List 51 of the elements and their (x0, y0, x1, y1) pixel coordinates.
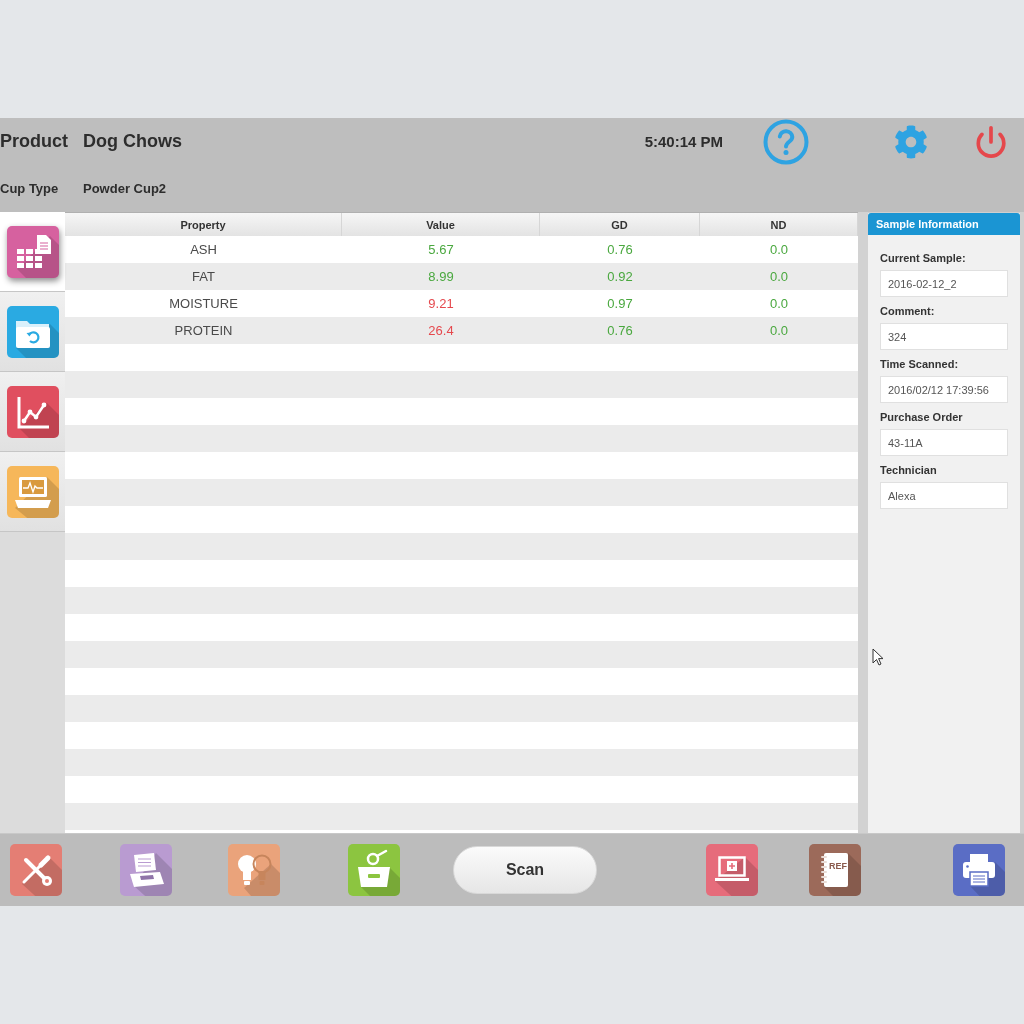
table-cell-text: 8.99 (427, 268, 455, 286)
table-cell-text: 0.0 (768, 295, 790, 313)
field-label: Technician (880, 464, 938, 476)
scan-button[interactable]: Scan (453, 846, 597, 894)
input-field[interactable]: 43-11A (880, 429, 1008, 456)
tools-icon[interactable] (10, 844, 62, 896)
folder-icon (6, 305, 59, 358)
table-cell-text: 0.0 (768, 268, 790, 286)
input-field[interactable]: 324 (880, 323, 1008, 350)
sidebar-tab[interactable] (0, 372, 65, 452)
table-cell-text: 0.0 (768, 322, 790, 340)
field-label: Current Sample: (880, 252, 967, 264)
printer-icon[interactable] (953, 844, 1005, 896)
panel-title: Sample Information (868, 213, 1020, 235)
table-cell-text: ASH (189, 241, 218, 259)
table-cell-text: PROTEIN (173, 322, 234, 340)
cup-type-value: Powder Cup2 (83, 181, 167, 196)
scanner-icon[interactable] (120, 844, 172, 896)
product-label: Product (0, 131, 69, 152)
notebook-icon (809, 844, 861, 896)
reference-book-button[interactable]: REF (809, 844, 861, 896)
input-field[interactable]: 2016/02/12 17:39:56 (880, 376, 1008, 403)
basket-icon[interactable] (348, 844, 400, 896)
power-icon[interactable] (974, 124, 1008, 159)
monitor-icon (6, 465, 59, 518)
table-cell-text: MOISTURE (168, 295, 239, 313)
table-cell-text: 0.76 (606, 241, 634, 259)
field-label: Time Scanned: (880, 358, 960, 370)
sidebar-tab[interactable] (0, 212, 65, 292)
clock-time: 5:40:14 PM (644, 133, 723, 150)
product-name: Dog Chows (83, 131, 182, 152)
input-field[interactable]: 2016-02-12_2 (880, 270, 1008, 297)
sidebar-tab[interactable] (0, 452, 65, 532)
table-cell-text: 0.92 (606, 268, 634, 286)
table-cell-text: 0.0 (768, 241, 790, 259)
spreadsheet-icon (6, 225, 59, 278)
sidebar-tab[interactable] (0, 292, 65, 372)
input-field[interactable]: Alexa (880, 482, 1008, 509)
table-cell-text: 26.4 (427, 322, 455, 340)
laptop-icon[interactable] (706, 844, 758, 896)
field-label: Comment: (880, 305, 936, 317)
table-cell-text: 0.97 (606, 295, 634, 313)
table-cell-text: 9.21 (427, 295, 455, 313)
line-chart-icon (6, 385, 59, 438)
table-cell-text: 5.67 (427, 241, 455, 259)
field-label: Purchase Order (880, 411, 964, 423)
light-bulbs-icon[interactable] (228, 844, 280, 896)
table-cell-text: FAT (191, 268, 216, 286)
mouse-pointer-icon (872, 648, 884, 666)
cup-type-label: Cup Type (0, 181, 60, 196)
table-cell-text: 0.76 (606, 322, 634, 340)
